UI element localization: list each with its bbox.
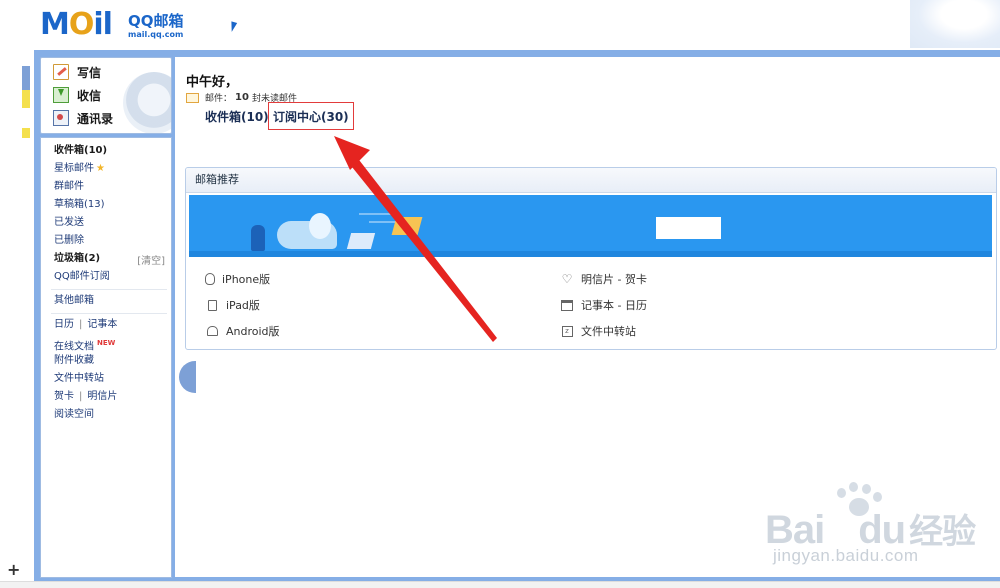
baidu-jingyan-watermark: Bai du 经验 jingyan.baidu.com [765, 482, 976, 572]
watermark-url: jingyan.baidu.com [773, 546, 919, 565]
